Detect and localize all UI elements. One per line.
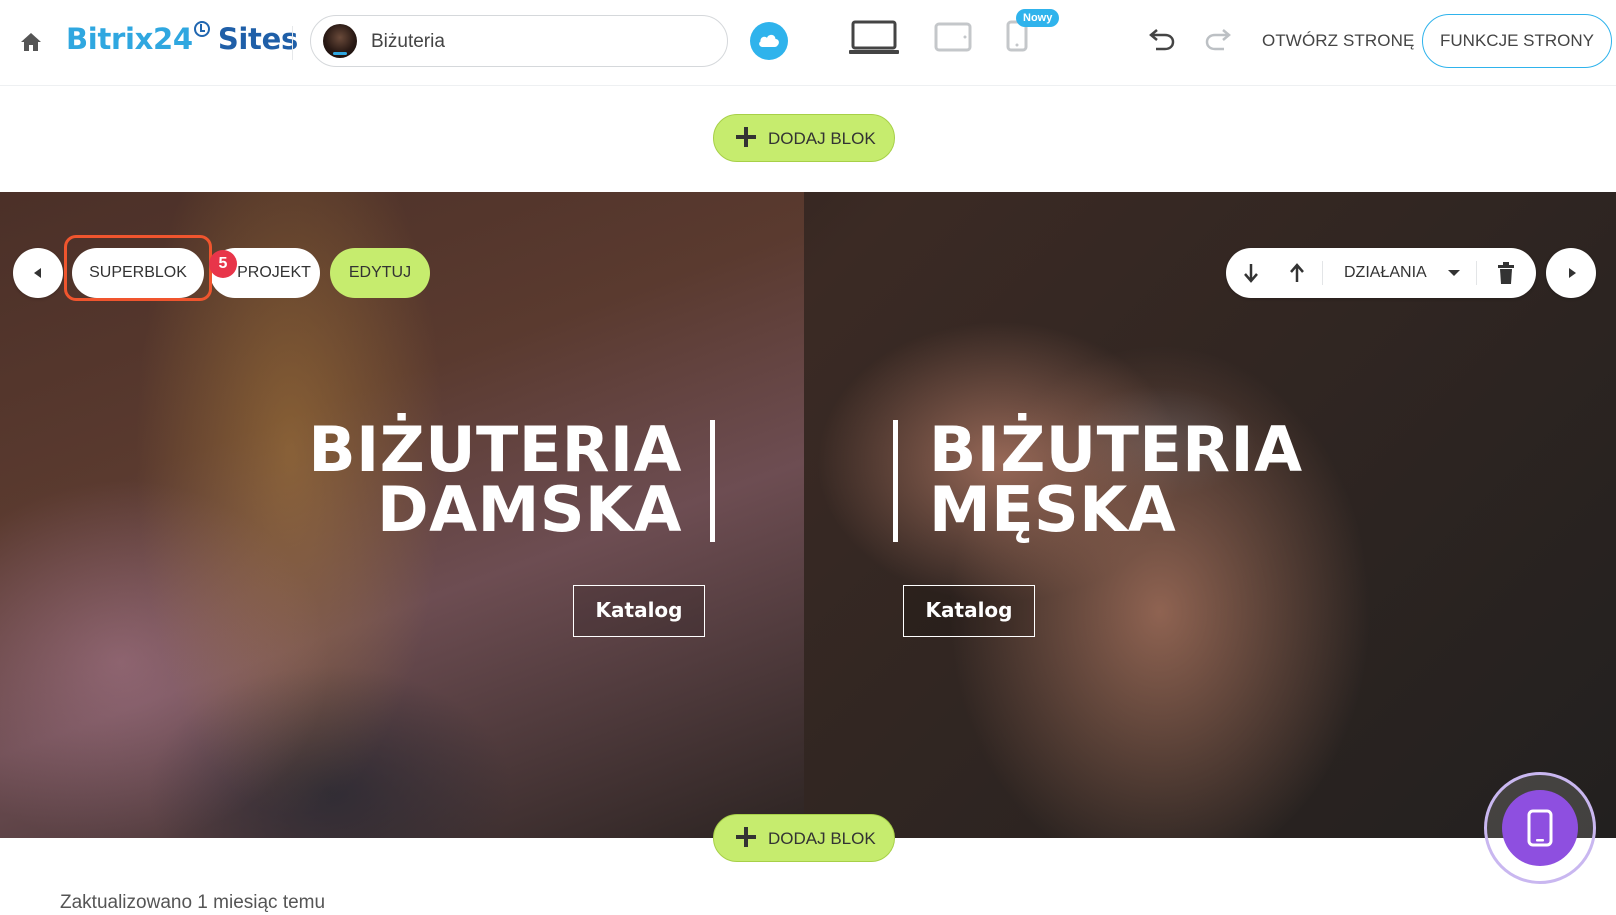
divider <box>292 26 293 60</box>
tablet-icon[interactable] <box>934 22 972 52</box>
heading-line: MĘSKA <box>929 473 1177 546</box>
caret-down-icon <box>1448 270 1460 276</box>
heading-line: BIŻUTERIA <box>929 413 1303 486</box>
site-selector[interactable]: Biżuteria <box>310 15 728 67</box>
bitrix24-logo[interactable]: Bitrix24 Sites <box>66 21 298 56</box>
step-badge: 5 <box>209 250 237 278</box>
previous-block-button[interactable] <box>13 248 63 298</box>
site-features-button[interactable]: FUNKCJE STRONY <box>1422 14 1612 68</box>
catalog-button-womens[interactable]: Katalog <box>573 585 705 637</box>
caret-left-icon <box>34 268 41 278</box>
heading-line: BIŻUTERIA <box>308 413 682 486</box>
mens-jewelry-heading: BIŻUTERIA MĘSKA <box>929 413 1303 546</box>
heading-line: DAMSKA <box>377 473 682 546</box>
phone-icon <box>1527 809 1553 847</box>
add-block-button[interactable]: DODAJ BLOK <box>713 114 895 162</box>
site-name: Biżuteria <box>371 31 445 52</box>
arrow-up-icon[interactable] <box>1286 262 1308 284</box>
heading-accent-bar <box>893 420 898 542</box>
next-block-button[interactable] <box>1546 248 1596 298</box>
plus-icon <box>736 127 756 147</box>
actions-dropdown[interactable]: DZIAŁANIA <box>1322 248 1476 298</box>
caret-right-icon <box>1569 268 1576 278</box>
logo-sites-text: Sites <box>217 22 298 56</box>
undo-icon[interactable] <box>1148 26 1176 52</box>
block-actions-bar: DZIAŁANIA <box>1226 248 1536 298</box>
superblock-button[interactable]: SUPERBLOK <box>72 248 204 298</box>
clock-icon <box>193 21 210 37</box>
womens-jewelry-heading: BIŻUTERIA DAMSKA <box>308 413 682 546</box>
hero-block: BIŻUTERIA DAMSKA BIŻUTERIA MĘSKA Katalog… <box>0 192 1616 838</box>
new-badge: Nowy <box>1016 9 1060 27</box>
logo-text: Bitrix24 <box>66 22 193 56</box>
arrow-down-icon[interactable] <box>1240 262 1262 284</box>
home-icon[interactable] <box>18 30 44 54</box>
redo-icon[interactable] <box>1204 26 1232 52</box>
laptop-icon[interactable] <box>848 20 900 56</box>
add-block-label: DODAJ BLOK <box>768 829 876 848</box>
trash-icon[interactable] <box>1496 261 1516 285</box>
add-block-button[interactable]: DODAJ BLOK <box>713 814 895 862</box>
top-bar: Bitrix24 Sites Biżuteria Nowy OTWÓRZ STRO… <box>0 0 1616 86</box>
plus-icon <box>736 827 756 847</box>
last-updated-text: Zaktualizowano 1 miesiąc temu <box>60 892 326 913</box>
catalog-button-mens[interactable]: Katalog <box>903 585 1035 637</box>
heading-accent-bar <box>710 420 715 542</box>
add-block-label: DODAJ BLOK <box>768 129 876 148</box>
divider <box>1476 261 1477 285</box>
actions-label: DZIAŁANIA <box>1344 264 1427 281</box>
open-page-link[interactable]: OTWÓRZ STRONĘ <box>1262 31 1414 51</box>
cloud-icon[interactable] <box>750 22 788 60</box>
edit-button[interactable]: EDYTUJ <box>330 248 430 298</box>
site-thumbnail <box>323 24 357 58</box>
mobile-preview-button[interactable] <box>1502 790 1578 866</box>
